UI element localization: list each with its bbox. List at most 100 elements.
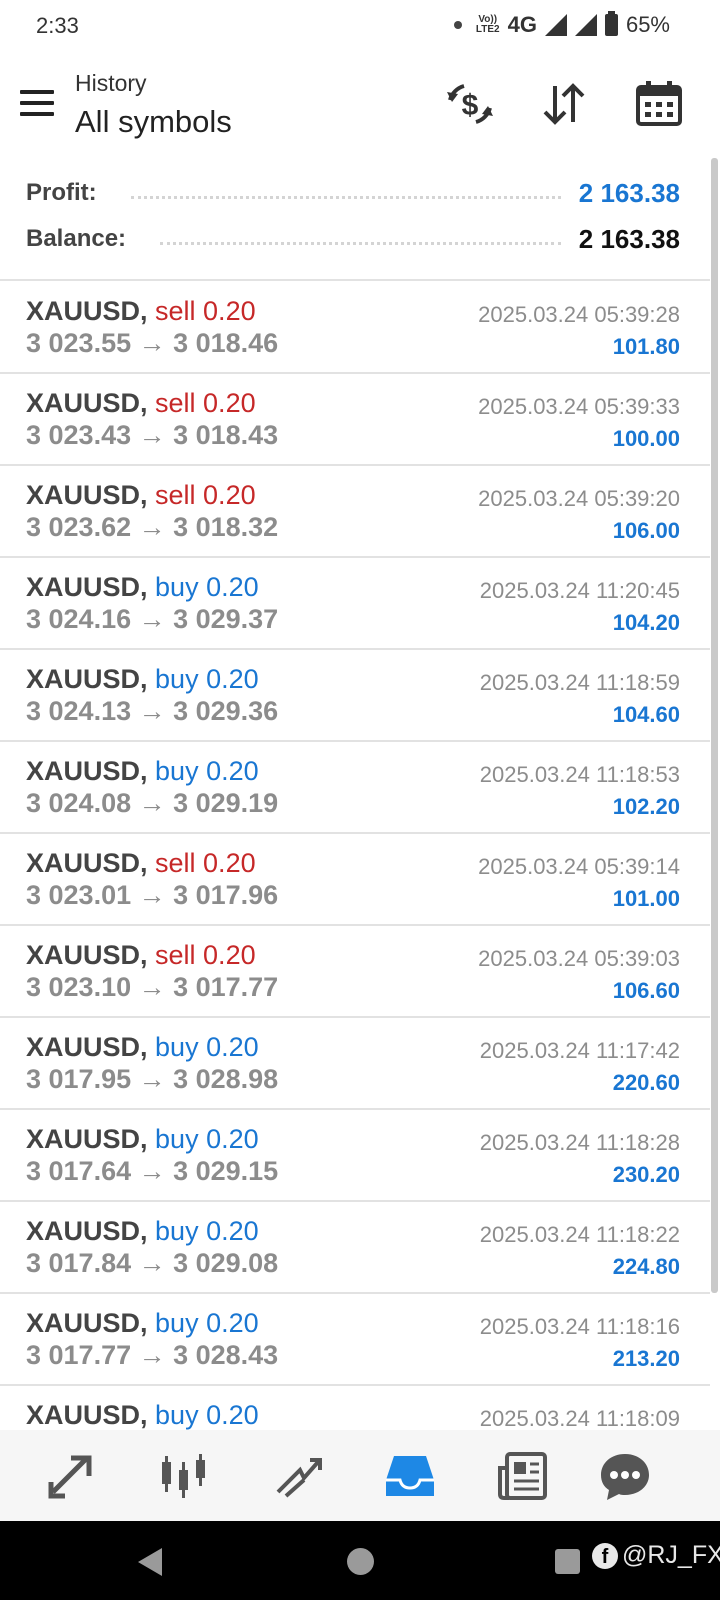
deal-row[interactable]: XAUUSD, sell 0.20 3 023.10 → 3 017.77 2025… bbox=[0, 926, 710, 1018]
history-icon[interactable] bbox=[382, 1448, 438, 1504]
deal-title: XAUUSD, buy 0.20 bbox=[26, 1032, 259, 1063]
deal-time: 2025.03.24 11:18:53 bbox=[479, 762, 680, 787]
network-type: 4G bbox=[507, 12, 537, 37]
deal-row[interactable]: XAUUSD, buy 0.20 3 017.84 → 3 029.08 2025.… bbox=[0, 1202, 710, 1294]
deal-prices: 3 017.84 → 3 029.08 bbox=[26, 1248, 279, 1278]
deal-side: buy 0.20 bbox=[155, 664, 259, 694]
deal-title: XAUUSD, buy 0.20 bbox=[26, 1124, 259, 1155]
status-bar: 2:33 Vo)) LTE2 4G 65% bbox=[0, 0, 720, 56]
deal-row[interactable]: XAUUSD, buy 0.20 3 017.95 → 3 028.98 2025.… bbox=[0, 1018, 710, 1110]
recent-apps-icon[interactable] bbox=[555, 1549, 580, 1574]
deal-side: buy 0.20 bbox=[155, 756, 259, 786]
svg-text:$: $ bbox=[462, 89, 479, 122]
leader-dots bbox=[160, 241, 561, 245]
news-icon[interactable] bbox=[495, 1448, 551, 1504]
deal-profit: 100.00 bbox=[612, 426, 680, 451]
page-subtitle: History bbox=[75, 70, 147, 96]
page-title[interactable]: All symbols bbox=[75, 104, 232, 140]
deal-title: XAUUSD, sell 0.20 bbox=[26, 296, 256, 327]
deal-title: XAUUSD, sell 0.20 bbox=[26, 848, 256, 879]
deal-prices: 3 023.10 → 3 017.77 bbox=[26, 972, 279, 1002]
deal-symbol: XAUUSD, bbox=[26, 572, 148, 602]
deal-time: 2025.03.24 05:39:20 bbox=[478, 486, 680, 511]
volte-icon: Vo)) LTE2 bbox=[475, 14, 500, 35]
trade-icon[interactable] bbox=[270, 1448, 326, 1504]
deal-side: sell 0.20 bbox=[155, 848, 256, 878]
deal-row[interactable]: XAUUSD, sell 0.20 3 023.62 → 3 018.32 2025… bbox=[0, 466, 710, 558]
home-icon[interactable] bbox=[347, 1548, 374, 1575]
deal-side: sell 0.20 bbox=[155, 940, 256, 970]
currency-exchange-icon[interactable]: $ bbox=[444, 78, 496, 130]
deal-time: 2025.03.24 11:17:42 bbox=[479, 1038, 680, 1063]
deal-prices: 3 023.01 → 3 017.96 bbox=[26, 880, 279, 910]
deal-side: buy 0.20 bbox=[155, 572, 259, 602]
deal-title: XAUUSD, buy 0.20 bbox=[26, 1216, 259, 1247]
menu-icon[interactable] bbox=[20, 90, 54, 116]
deal-side: sell 0.20 bbox=[155, 480, 256, 510]
deal-prices: 3 023.55 → 3 018.46 bbox=[26, 328, 279, 358]
deal-time: 2025.03.24 11:18:16 bbox=[479, 1314, 680, 1339]
balance-value: 2 163.38 bbox=[578, 223, 680, 254]
deal-title: XAUUSD, sell 0.20 bbox=[26, 480, 256, 511]
deal-row[interactable]: XAUUSD, buy 0.20 3 024.13 → 3 029.36 2025.… bbox=[0, 650, 710, 742]
deal-profit: 101.00 bbox=[612, 886, 680, 911]
deal-time: 2025.03.24 11:18:59 bbox=[479, 670, 680, 695]
deal-profit: 104.20 bbox=[612, 610, 680, 635]
sort-icon[interactable] bbox=[538, 78, 590, 130]
deal-time: 2025.03.24 11:18:09 bbox=[479, 1406, 680, 1430]
deal-profit: 213.20 bbox=[612, 1346, 680, 1371]
leader-dots bbox=[130, 195, 561, 199]
deal-row[interactable]: XAUUSD, buy 0.20 3 024.16 → 3 029.37 2025.… bbox=[0, 558, 710, 650]
scrollbar[interactable] bbox=[711, 158, 718, 1293]
deal-time: 2025.03.24 05:39:03 bbox=[478, 946, 680, 971]
deal-title: XAUUSD, buy 0.20 bbox=[26, 1400, 259, 1430]
deal-side: buy 0.20 bbox=[155, 1216, 259, 1246]
deal-symbol: XAUUSD, bbox=[26, 848, 148, 878]
status-time: 2:33 bbox=[36, 13, 79, 38]
deal-prices: 3 017.77 → 3 028.43 bbox=[26, 1340, 279, 1370]
deal-time: 2025.03.24 05:39:33 bbox=[478, 394, 680, 419]
deal-row[interactable]: XAUUSD, sell 0.20 3 023.55 → 3 018.46 2025… bbox=[0, 282, 710, 374]
deal-time: 2025.03.24 11:20:45 bbox=[479, 578, 680, 603]
watermark: f @RJ_FX bbox=[592, 1541, 720, 1570]
back-icon[interactable] bbox=[138, 1548, 162, 1576]
deal-row[interactable]: XAUUSD, buy 0.20 3 017.64 → 3 029.15 2025.… bbox=[0, 1110, 710, 1202]
deal-profit: 104.60 bbox=[612, 702, 680, 727]
deal-side: buy 0.20 bbox=[155, 1308, 259, 1338]
deal-row[interactable]: XAUUSD, sell 0.20 3 023.43 → 3 018.43 2025… bbox=[0, 374, 710, 466]
deal-prices: 3 024.08 → 3 029.19 bbox=[26, 788, 279, 818]
deal-row[interactable]: XAUUSD, sell 0.20 3 023.01 → 3 017.96 2025… bbox=[0, 834, 710, 926]
calendar-icon[interactable] bbox=[633, 78, 685, 130]
deal-title: XAUUSD, buy 0.20 bbox=[26, 572, 259, 603]
battery-icon bbox=[604, 11, 618, 36]
deal-profit: 106.00 bbox=[612, 518, 680, 543]
messages-icon[interactable] bbox=[597, 1448, 653, 1504]
deal-profit: 224.80 bbox=[612, 1254, 680, 1279]
deal-prices: 3 024.13 → 3 029.36 bbox=[26, 696, 279, 726]
deal-title: XAUUSD, sell 0.20 bbox=[26, 940, 256, 971]
deal-time: 2025.03.24 05:39:14 bbox=[478, 854, 680, 879]
deal-list[interactable]: XAUUSD, sell 0.20 3 023.55 → 3 018.46 2025… bbox=[0, 282, 710, 1430]
balance-row: Balance: 2 163.38 bbox=[26, 219, 680, 259]
deal-side: sell 0.20 bbox=[155, 388, 256, 418]
deal-profit: 102.20 bbox=[612, 794, 680, 819]
deal-row[interactable]: XAUUSD, buy 0.20 3 024.08 → 3 029.19 2025.… bbox=[0, 742, 710, 834]
deal-side: sell 0.20 bbox=[155, 296, 256, 326]
deal-profit: 230.20 bbox=[612, 1162, 680, 1187]
deal-title: XAUUSD, buy 0.20 bbox=[26, 756, 259, 787]
chart-icon[interactable] bbox=[156, 1448, 212, 1504]
notification-dot-icon bbox=[453, 21, 462, 29]
deal-prices: 3 023.62 → 3 018.32 bbox=[26, 512, 279, 542]
deal-row[interactable]: XAUUSD, buy 0.20 2025.03.24 11:18:09 bbox=[0, 1386, 710, 1430]
deal-profit: 101.80 bbox=[612, 334, 680, 359]
deal-symbol: XAUUSD, bbox=[26, 1216, 148, 1246]
account-summary: Profit: 2 163.38 Balance: 2 163.38 bbox=[0, 157, 710, 281]
watermark-text: @RJ_FX bbox=[622, 1541, 720, 1569]
profit-value: 2 163.38 bbox=[578, 177, 680, 208]
deal-prices: 3 017.64 → 3 029.15 bbox=[26, 1156, 279, 1186]
deal-side: buy 0.20 bbox=[155, 1032, 259, 1062]
deal-row[interactable]: XAUUSD, buy 0.20 3 017.77 → 3 028.43 2025.… bbox=[0, 1294, 710, 1386]
deal-symbol: XAUUSD, bbox=[26, 1308, 148, 1338]
deal-symbol: XAUUSD, bbox=[26, 296, 148, 326]
quotes-icon[interactable] bbox=[43, 1448, 99, 1504]
